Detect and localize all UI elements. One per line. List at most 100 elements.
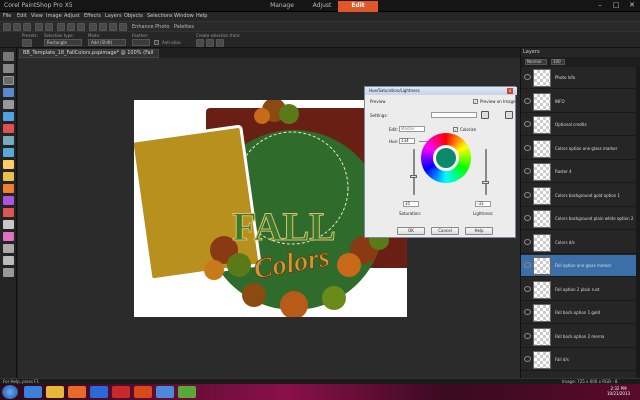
minimize-icon[interactable]: – bbox=[595, 1, 605, 10]
feather-input[interactable] bbox=[132, 39, 150, 46]
layer-row[interactable]: Colors background gold option 1 bbox=[521, 185, 640, 207]
explorer-icon[interactable] bbox=[46, 386, 64, 398]
selection-from-merged-icon[interactable] bbox=[216, 39, 224, 47]
open-folder-icon[interactable] bbox=[13, 23, 21, 31]
illustrator-icon[interactable] bbox=[134, 386, 152, 398]
paint-brush-tool-icon[interactable] bbox=[3, 172, 14, 181]
color-changer-tool-icon[interactable] bbox=[3, 232, 14, 241]
edit-select[interactable]: Master bbox=[399, 126, 425, 132]
ie-icon[interactable] bbox=[24, 386, 42, 398]
settings-select[interactable] bbox=[431, 112, 477, 118]
menu-edit[interactable]: Edit bbox=[17, 13, 27, 19]
photoshop-icon[interactable] bbox=[156, 386, 174, 398]
red-eye-tool-icon[interactable] bbox=[3, 124, 14, 133]
menu-objects[interactable]: Objects bbox=[124, 13, 143, 19]
saturation-slider-thumb[interactable] bbox=[410, 175, 417, 178]
opacity-input[interactable]: 100 bbox=[551, 59, 565, 65]
crop-tool-icon[interactable] bbox=[3, 100, 14, 109]
paste-icon[interactable] bbox=[77, 23, 85, 31]
selection-from-all-icon[interactable] bbox=[206, 39, 214, 47]
layer-row[interactable]: Fall d/s bbox=[521, 349, 640, 371]
system-clock[interactable]: 2:32 PM 10/21/2013 bbox=[607, 386, 630, 396]
saturation-input[interactable]: 35 bbox=[403, 201, 419, 207]
mode-select[interactable]: Add (Shift) bbox=[88, 39, 126, 46]
menu-window[interactable]: Window bbox=[174, 13, 194, 19]
move-tool-icon[interactable] bbox=[3, 88, 14, 97]
eraser-tool-icon[interactable] bbox=[3, 196, 14, 205]
zoom-icon[interactable] bbox=[89, 23, 97, 31]
save-preset-icon[interactable] bbox=[481, 111, 489, 119]
layer-row[interactable]: Colors background plain white option 2 bbox=[521, 208, 640, 230]
flood-fill-tool-icon[interactable] bbox=[3, 208, 14, 217]
preset-shape-tool-icon[interactable] bbox=[3, 256, 14, 265]
lightness-slider-track[interactable] bbox=[485, 149, 487, 195]
layer-row[interactable]: Raster 4 bbox=[521, 161, 640, 183]
lightness-input[interactable]: -33 bbox=[475, 201, 491, 207]
close-icon[interactable]: ✕ bbox=[627, 1, 637, 10]
hue-input[interactable]: 134 bbox=[399, 138, 415, 144]
preview-on-image-checkbox[interactable]: ✓ bbox=[473, 99, 478, 104]
undo-icon[interactable] bbox=[35, 23, 43, 31]
cancel-button[interactable]: Cancel bbox=[431, 227, 459, 235]
save-icon[interactable] bbox=[23, 23, 31, 31]
menu-help[interactable]: Help bbox=[196, 13, 207, 19]
blend-mode-select[interactable]: Normal bbox=[525, 59, 547, 65]
visibility-eye-icon[interactable] bbox=[524, 97, 531, 104]
layer-row[interactable]: Optional credits bbox=[521, 114, 640, 136]
antialias-checkbox[interactable] bbox=[154, 40, 159, 45]
visibility-eye-icon[interactable] bbox=[524, 74, 531, 80]
lightness-slider-thumb[interactable] bbox=[482, 181, 489, 184]
visibility-eye-icon[interactable] bbox=[524, 238, 531, 245]
ok-button[interactable]: OK bbox=[397, 227, 425, 235]
layer-row[interactable]: Colors d/s bbox=[521, 232, 640, 254]
presets-icon[interactable] bbox=[22, 39, 32, 47]
help-button[interactable]: Help bbox=[465, 227, 493, 235]
clone-tool-icon[interactable] bbox=[3, 148, 14, 157]
visibility-eye-icon[interactable] bbox=[524, 168, 531, 174]
maximize-icon[interactable]: □ bbox=[611, 1, 621, 10]
visibility-eye-icon[interactable] bbox=[524, 121, 531, 127]
layer-row[interactable]: Fall back option 1 gold bbox=[521, 302, 640, 324]
visibility-eye-icon[interactable] bbox=[524, 356, 531, 362]
menu-selections[interactable]: Selections bbox=[147, 13, 173, 19]
crop-icon[interactable] bbox=[99, 23, 107, 31]
layer-row[interactable]: Fall back option 2 merna bbox=[521, 326, 640, 348]
dialog-close-icon[interactable]: x bbox=[507, 88, 513, 94]
text-tool-icon[interactable] bbox=[3, 244, 14, 253]
firefox-icon[interactable] bbox=[68, 386, 86, 398]
tab-adjust[interactable]: Adjust bbox=[302, 1, 342, 12]
start-button[interactable] bbox=[2, 385, 18, 399]
visibility-eye-icon[interactable] bbox=[524, 309, 531, 315]
tab-edit[interactable]: Edit bbox=[338, 1, 378, 12]
makeover-tool-icon[interactable] bbox=[3, 136, 14, 145]
copy-icon[interactable] bbox=[67, 23, 75, 31]
new-file-icon[interactable] bbox=[3, 23, 11, 31]
pen-tool-icon[interactable] bbox=[3, 268, 14, 277]
document-tab[interactable]: BB_Template_18_FallColors.pspimage* @ 10… bbox=[19, 49, 159, 63]
hue-color-wheel[interactable] bbox=[421, 133, 471, 183]
layer-row[interactable]: Fall option 2 plain rust bbox=[521, 279, 640, 301]
menu-layers[interactable]: Layers bbox=[105, 13, 122, 19]
layers-scrollbar[interactable] bbox=[636, 67, 640, 378]
picture-tube-tool-icon[interactable] bbox=[3, 220, 14, 229]
menu-view[interactable]: View bbox=[31, 13, 43, 19]
menu-file[interactable]: File bbox=[3, 13, 11, 19]
pan-tool-icon[interactable] bbox=[3, 52, 14, 61]
visibility-eye-icon[interactable] bbox=[524, 144, 531, 151]
paintshop-taskbar-icon[interactable] bbox=[178, 386, 196, 398]
rotate-icon[interactable] bbox=[119, 23, 127, 31]
word-icon[interactable] bbox=[90, 386, 108, 398]
reset-icon[interactable] bbox=[505, 111, 513, 119]
tab-manage[interactable]: Manage bbox=[262, 1, 302, 12]
layer-row[interactable]: Photo Info bbox=[521, 67, 640, 89]
straighten-tool-icon[interactable] bbox=[3, 112, 14, 121]
cut-icon[interactable] bbox=[57, 23, 65, 31]
menu-effects[interactable]: Effects bbox=[84, 13, 101, 19]
palettes-menu[interactable]: Palettes bbox=[174, 24, 194, 30]
visibility-eye-icon[interactable] bbox=[524, 262, 531, 268]
menu-adjust[interactable]: Adjust bbox=[64, 13, 80, 19]
enhance-photo-menu[interactable]: Enhance Photo bbox=[132, 24, 169, 30]
airbrush-tool-icon[interactable] bbox=[3, 184, 14, 193]
layer-row[interactable]: INFO bbox=[521, 91, 640, 113]
selection-from-layer-icon[interactable] bbox=[196, 39, 204, 47]
